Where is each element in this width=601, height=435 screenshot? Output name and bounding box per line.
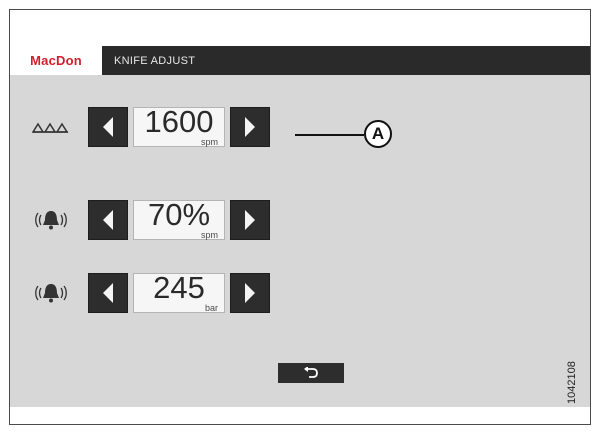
knife-speed-unit: spm bbox=[200, 137, 218, 147]
title-bar: MacDon KNIFE ADJUST bbox=[10, 46, 590, 75]
callout-badge-a: A bbox=[364, 120, 392, 148]
alarm-bell-icon bbox=[30, 280, 72, 306]
increase-speed-alarm-button[interactable] bbox=[230, 200, 270, 240]
back-arrow-icon bbox=[304, 367, 318, 378]
increase-pressure-alarm-button[interactable] bbox=[230, 273, 270, 313]
decrease-knife-speed-button[interactable] bbox=[88, 107, 128, 147]
setting-row-knife-speed: 1600 spm bbox=[30, 104, 270, 147]
brand-logo: MacDon bbox=[10, 46, 104, 75]
setting-row-pressure-alarm: 245 bar bbox=[30, 270, 270, 313]
speed-alarm-value: 70% bbox=[147, 197, 211, 232]
chevron-left-icon bbox=[103, 283, 113, 303]
knife-speed-value-field: 1600 spm bbox=[133, 104, 225, 147]
decrease-speed-alarm-button[interactable] bbox=[88, 200, 128, 240]
screen-frame: MacDon KNIFE ADJUST 1600 spm 70% spm 245… bbox=[9, 9, 591, 425]
increase-knife-speed-button[interactable] bbox=[230, 107, 270, 147]
figure-number: 1042108 bbox=[566, 361, 578, 404]
chevron-right-icon bbox=[245, 210, 255, 230]
pressure-alarm-value: 245 bbox=[153, 270, 205, 305]
screen-title: KNIFE ADJUST bbox=[114, 54, 196, 67]
pressure-alarm-unit: bar bbox=[204, 303, 218, 313]
chevron-right-icon bbox=[245, 117, 255, 137]
alarm-bell-icon bbox=[30, 207, 72, 233]
speed-alarm-unit: spm bbox=[200, 230, 218, 240]
pressure-alarm-value-field: 245 bar bbox=[133, 270, 225, 313]
knife-adjust-panel: 1600 spm 70% spm 245 bar bbox=[10, 75, 590, 407]
decrease-pressure-alarm-button[interactable] bbox=[88, 273, 128, 313]
chevron-left-icon bbox=[103, 210, 113, 230]
knife-speed-value: 1600 bbox=[144, 104, 214, 139]
knife-speed-icon bbox=[30, 114, 72, 140]
chevron-right-icon bbox=[245, 283, 255, 303]
speed-alarm-value-field: 70% spm bbox=[133, 197, 225, 240]
setting-row-speed-alarm: 70% spm bbox=[30, 197, 270, 240]
callout-line bbox=[295, 134, 364, 136]
back-button[interactable] bbox=[278, 363, 344, 383]
chevron-left-icon bbox=[103, 117, 113, 137]
